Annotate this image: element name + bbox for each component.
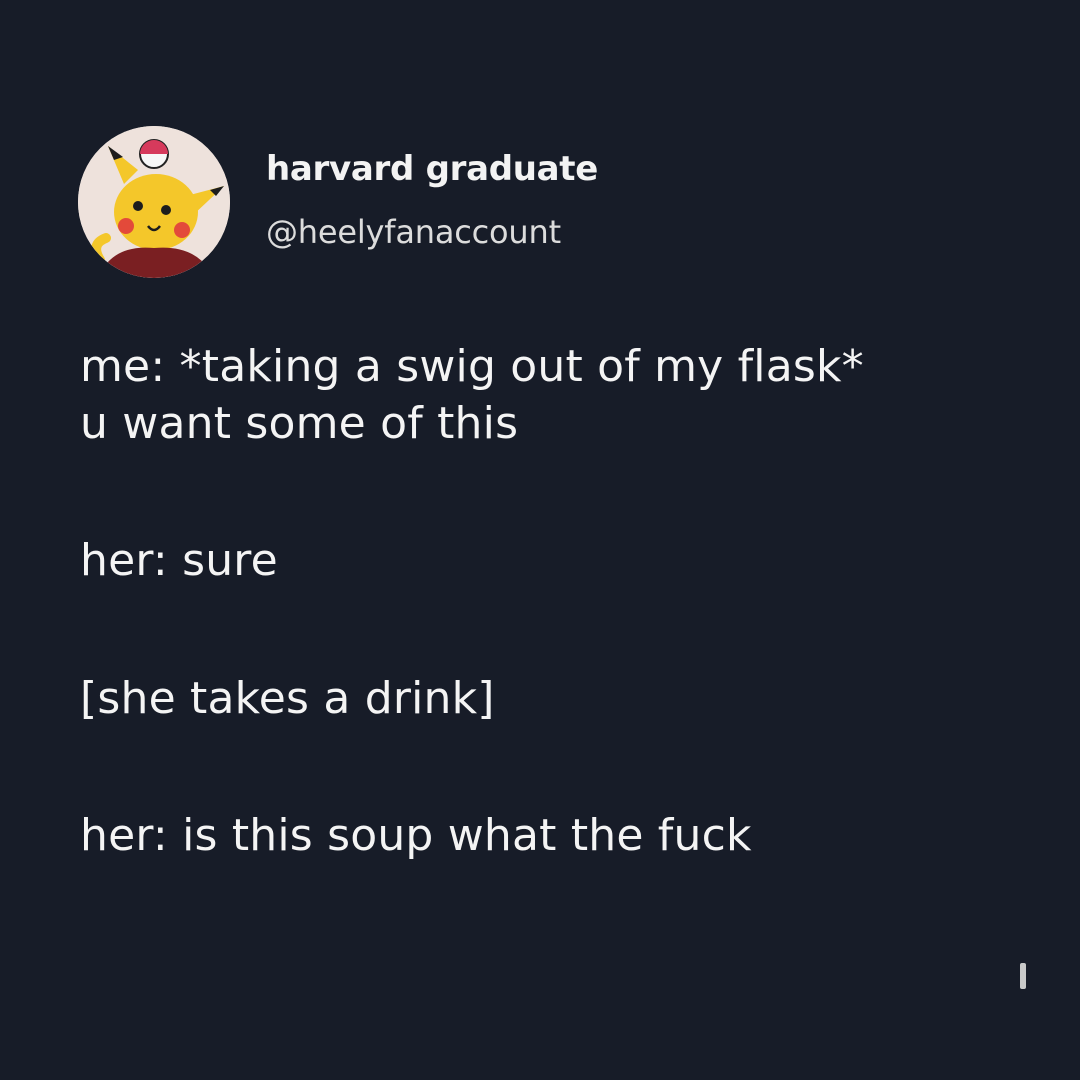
tweet-header: harvard graduate @heelyfanaccount bbox=[78, 126, 598, 278]
avatar[interactable] bbox=[78, 126, 230, 278]
display-name[interactable]: harvard graduate bbox=[266, 152, 598, 186]
tweet-line: me: *taking a swig out of my flask* bbox=[80, 341, 864, 392]
tweet-line: her: sure bbox=[80, 535, 278, 587]
tweet-line: [she takes a drink] bbox=[80, 672, 495, 724]
user-handle[interactable]: @heelyfanaccount bbox=[266, 216, 598, 248]
pikachu-avatar-icon bbox=[78, 126, 230, 278]
tweet-text: me: *taking a swig out of my flask* u wa… bbox=[80, 338, 1020, 864]
tweet-line: u want some of this bbox=[80, 398, 519, 450]
tweet-card: harvard graduate @heelyfanaccount me: *t… bbox=[0, 0, 1080, 1080]
scroll-indicator[interactable] bbox=[1020, 963, 1026, 989]
tweet-line: her: is this soup what the fuck bbox=[80, 809, 752, 861]
author-info: harvard graduate @heelyfanaccount bbox=[266, 152, 598, 248]
